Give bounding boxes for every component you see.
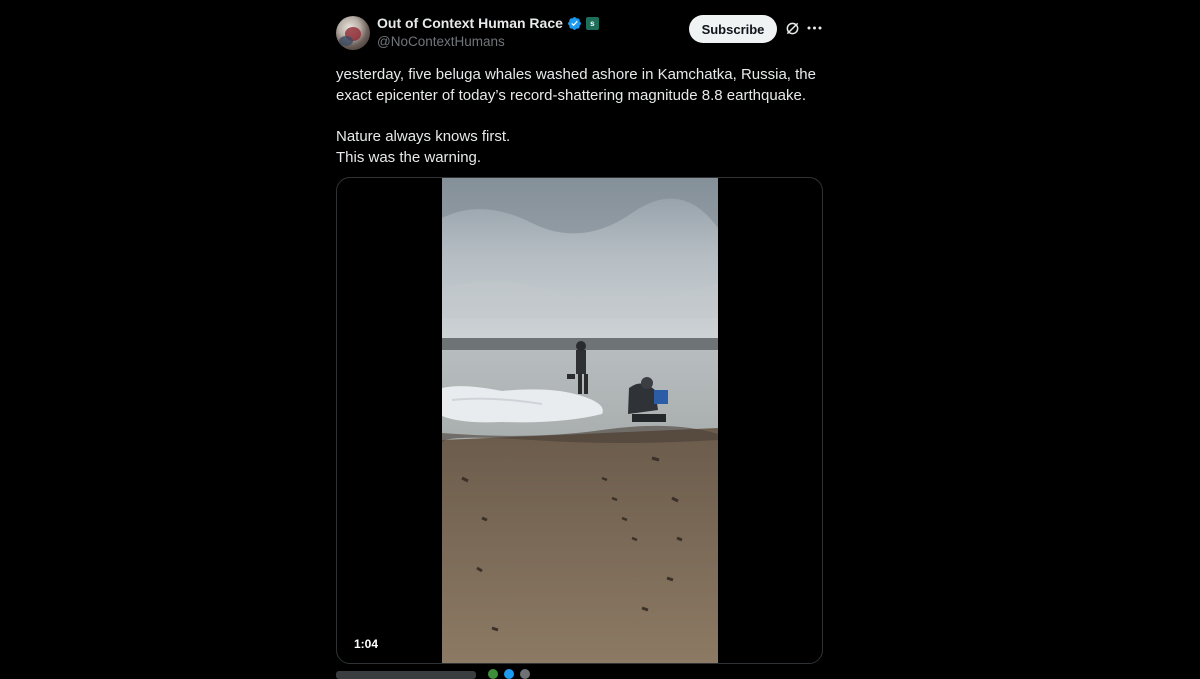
display-name[interactable]: Out of Context Human Race [377, 15, 563, 31]
avatar[interactable] [336, 16, 370, 50]
affiliate-badge-icon: s [585, 16, 599, 30]
tweet-text-line: Nature always knows first. [336, 128, 511, 145]
leaf-icon [488, 669, 498, 679]
video-frame[interactable] [442, 178, 718, 663]
video-player[interactable]: 1:04 [336, 177, 823, 664]
tweet-text-line: This was the warning. [336, 149, 482, 166]
tweet-header: Out of Context Human Race s @NoContextHu… [336, 12, 823, 64]
verified-badge-icon [567, 16, 582, 31]
affiliate-badge-icon [520, 669, 530, 679]
next-tweet-name-placeholder [336, 671, 476, 679]
author-handle[interactable]: @NoContextHumans [377, 34, 505, 49]
next-tweet-preview [336, 669, 556, 679]
tweet: Out of Context Human Race s @NoContextHu… [336, 12, 823, 664]
tweet-text-line: yesterday, five beluga whales washed ash… [336, 66, 816, 83]
video-duration: 1:04 [349, 636, 384, 652]
tweet-text: yesterday, five beluga whales washed ash… [336, 64, 823, 168]
name-row: Out of Context Human Race s [377, 15, 599, 31]
grok-icon[interactable] [785, 21, 800, 36]
tweet-text-line: exact epicenter of today’s record-shatte… [336, 87, 807, 104]
more-options-icon[interactable] [806, 18, 823, 38]
subscribe-button[interactable]: Subscribe [689, 15, 777, 43]
avatar-detail [339, 36, 353, 46]
verified-badge-icon [504, 669, 514, 679]
